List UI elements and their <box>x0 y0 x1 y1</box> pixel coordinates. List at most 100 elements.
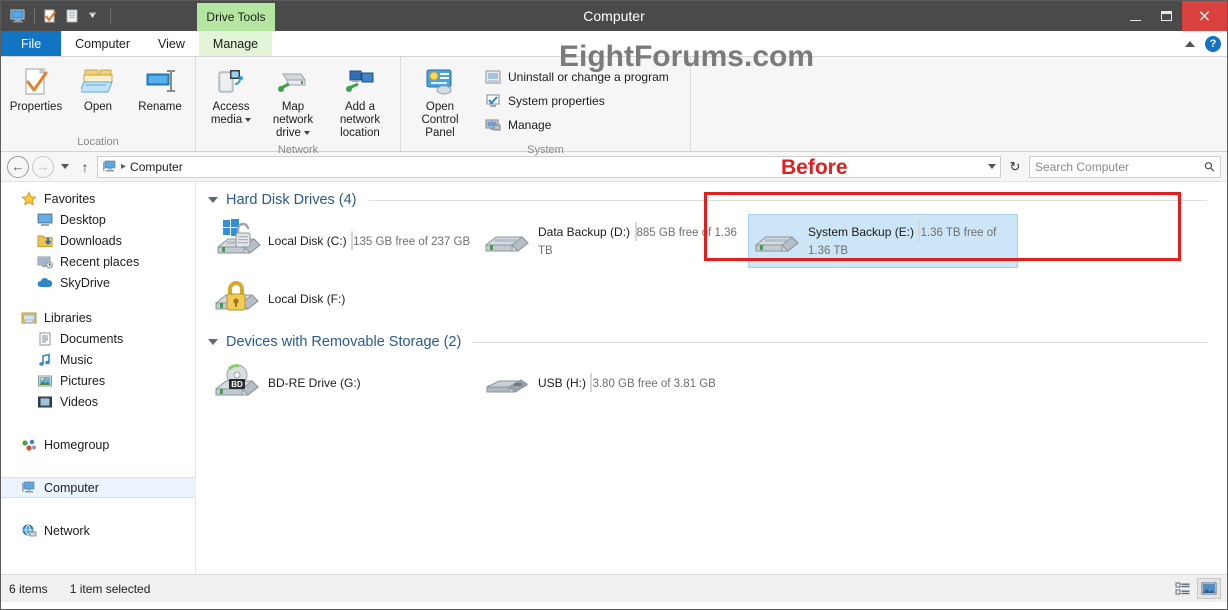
sidebar-gap-1 <box>1 293 195 307</box>
tab-file[interactable]: File <box>1 31 62 56</box>
sidebar-item-libraries[interactable]: Libraries <box>1 307 195 328</box>
map-network-drive-icon <box>275 65 311 99</box>
chevron-down-icon[interactable] <box>85 7 104 26</box>
uninstall-program-icon <box>485 69 501 85</box>
window-controls: × <box>1120 1 1227 31</box>
help-icon[interactable]: ? <box>1205 35 1221 52</box>
manage-button[interactable]: Manage <box>481 114 673 136</box>
close-icon: × <box>1197 6 1212 25</box>
tab-manage[interactable]: Manage <box>198 31 273 56</box>
open-button[interactable]: Open <box>67 62 129 117</box>
drive-tile-local-disk-c[interactable]: Local Disk (C:) 135 GB free of 237 GB <box>208 214 478 268</box>
ribbon-group-network-items: Access media Map network drive Add a net… <box>200 62 396 144</box>
content-pane[interactable]: Hard Disk Drives (4) Local Disk (C:) 135… <box>196 156 1227 574</box>
sidebar-item-homegroup[interactable]: Homegroup <box>1 434 195 455</box>
breadcrumb-item-computer[interactable]: Computer <box>130 160 183 174</box>
minimize-button[interactable] <box>1120 1 1151 31</box>
sidebar-item-favorites[interactable]: Favorites <box>1 188 195 209</box>
new-folder-icon[interactable] <box>63 7 82 26</box>
search-input[interactable]: Search Computer ⚲ <box>1029 155 1221 178</box>
open-folder-icon <box>81 65 115 99</box>
pictures-icon <box>37 374 53 388</box>
drive-tile-system-backup-e[interactable]: System Backup (E:) 1.36 TB free of 1.36 … <box>748 214 1018 268</box>
drive-tile-bdre-g[interactable]: BD BD-RE Drive (G:) <box>208 356 478 410</box>
map-network-drive-button[interactable]: Map network drive <box>262 62 324 144</box>
ribbon-group-location: Properties Open Rename Location <box>1 57 196 151</box>
sidebar-item-pictures[interactable]: Pictures <box>1 370 195 391</box>
status-selection: 1 item selected <box>69 581 151 596</box>
sidebar-item-music[interactable]: Music <box>1 349 195 370</box>
group-header-removable-storage[interactable]: Devices with Removable Storage (2) <box>208 334 1227 350</box>
open-control-panel-button[interactable]: Open Control Panel <box>405 62 475 144</box>
collapse-triangle-icon[interactable] <box>208 197 218 203</box>
sidebar-gap-3 <box>1 455 195 477</box>
uninstall-program-button[interactable]: Uninstall or change a program <box>481 66 673 88</box>
sidebar-item-network[interactable]: Network <box>1 520 195 541</box>
tab-view[interactable]: View <box>144 31 199 56</box>
sidebar-item-recent-places[interactable]: Recent places <box>1 251 195 272</box>
properties-button-label: Properties <box>9 101 63 113</box>
close-button[interactable]: × <box>1182 1 1227 31</box>
search-icon: ⚲ <box>1201 157 1219 175</box>
drive-info-d: Data Backup (D:) 885 GB free of 1.36 TB <box>538 222 742 259</box>
sidebar-label-downloads: Downloads <box>60 233 122 248</box>
skydrive-icon <box>37 276 53 290</box>
group-header-hard-disk-drives[interactable]: Hard Disk Drives (4) <box>208 192 1227 208</box>
optical-drive-icon: BD <box>214 359 262 407</box>
recent-locations-button[interactable] <box>57 156 73 178</box>
ribbon-group-network-label: Network <box>277 143 319 156</box>
drive-tile-local-disk-f[interactable]: Local Disk (F:) <box>208 272 478 326</box>
drive-tile-data-backup-d[interactable]: Data Backup (D:) 885 GB free of 1.36 TB <box>478 214 748 268</box>
sidebar-item-computer[interactable]: Computer <box>1 477 196 498</box>
drive-name-f: Local Disk (F:) <box>268 292 346 306</box>
system-properties-button[interactable]: System properties <box>481 90 673 112</box>
maximize-button[interactable] <box>1151 1 1182 31</box>
forward-button[interactable]: → <box>32 155 54 178</box>
up-one-level-button[interactable]: ↑ <box>76 159 94 175</box>
sidebar-item-documents[interactable]: Documents <box>1 328 195 349</box>
drive-tile-usb-h[interactable]: USB (H:) 3.80 GB free of 3.81 GB <box>478 356 748 410</box>
add-network-location-button-label: Add a network location <box>339 101 381 140</box>
details-view-button[interactable] <box>1171 578 1195 599</box>
sidebar-label-network: Network <box>44 523 90 538</box>
hard-drive-icon <box>214 217 262 265</box>
window-title: Computer <box>583 8 645 24</box>
ribbon: Properties Open Rename Location Access m… <box>1 40 1227 156</box>
rename-button-label: Rename <box>138 101 182 113</box>
computer-icon[interactable] <box>9 7 28 26</box>
sidebar-item-downloads[interactable]: Downloads <box>1 230 195 251</box>
add-network-location-button[interactable]: Add a network location <box>324 62 396 144</box>
drive-usage-bar-d <box>634 222 637 241</box>
collapse-ribbon-icon[interactable] <box>1185 40 1195 47</box>
sidebar-label-videos: Videos <box>60 394 98 409</box>
rename-button[interactable]: Rename <box>129 62 191 117</box>
sidebar-item-desktop[interactable]: Desktop <box>1 209 195 230</box>
access-media-icon <box>214 65 248 99</box>
status-item-count: 6 items <box>9 581 48 596</box>
back-button[interactable]: ← <box>7 155 29 178</box>
system-properties-label: System properties <box>508 94 605 108</box>
breadcrumb-dropdown-icon[interactable] <box>988 164 996 169</box>
status-bar: 6 items 1 item selected <box>1 574 1227 602</box>
hard-drive-icon <box>214 275 262 323</box>
collapse-triangle-icon[interactable] <box>208 339 218 345</box>
sidebar-item-videos[interactable]: Videos <box>1 391 195 412</box>
refresh-button[interactable]: ↻ <box>1004 156 1026 178</box>
title-bar: Drive Tools Computer × <box>1 1 1227 31</box>
contextual-tab-caption: Drive Tools <box>197 3 275 31</box>
properties-icon[interactable] <box>41 7 60 26</box>
large-icons-view-button[interactable] <box>1197 578 1221 599</box>
access-media-text: Access media <box>210 101 250 127</box>
drive-info-g: BD-RE Drive (G:) <box>268 374 472 392</box>
sidebar-item-skydrive[interactable]: SkyDrive <box>1 272 195 293</box>
drive-usage-bar-c <box>351 231 354 250</box>
access-media-button[interactable]: Access media <box>200 62 262 130</box>
tab-computer[interactable]: Computer <box>61 31 145 56</box>
breadcrumb[interactable]: ▸ Computer <box>97 155 1001 178</box>
hard-drive-icon <box>484 217 532 265</box>
properties-button[interactable]: Properties <box>5 62 67 117</box>
group-divider <box>368 199 1207 201</box>
refresh-icon: ↻ <box>1009 158 1021 174</box>
music-icon <box>37 352 53 367</box>
network-icon <box>21 524 37 538</box>
